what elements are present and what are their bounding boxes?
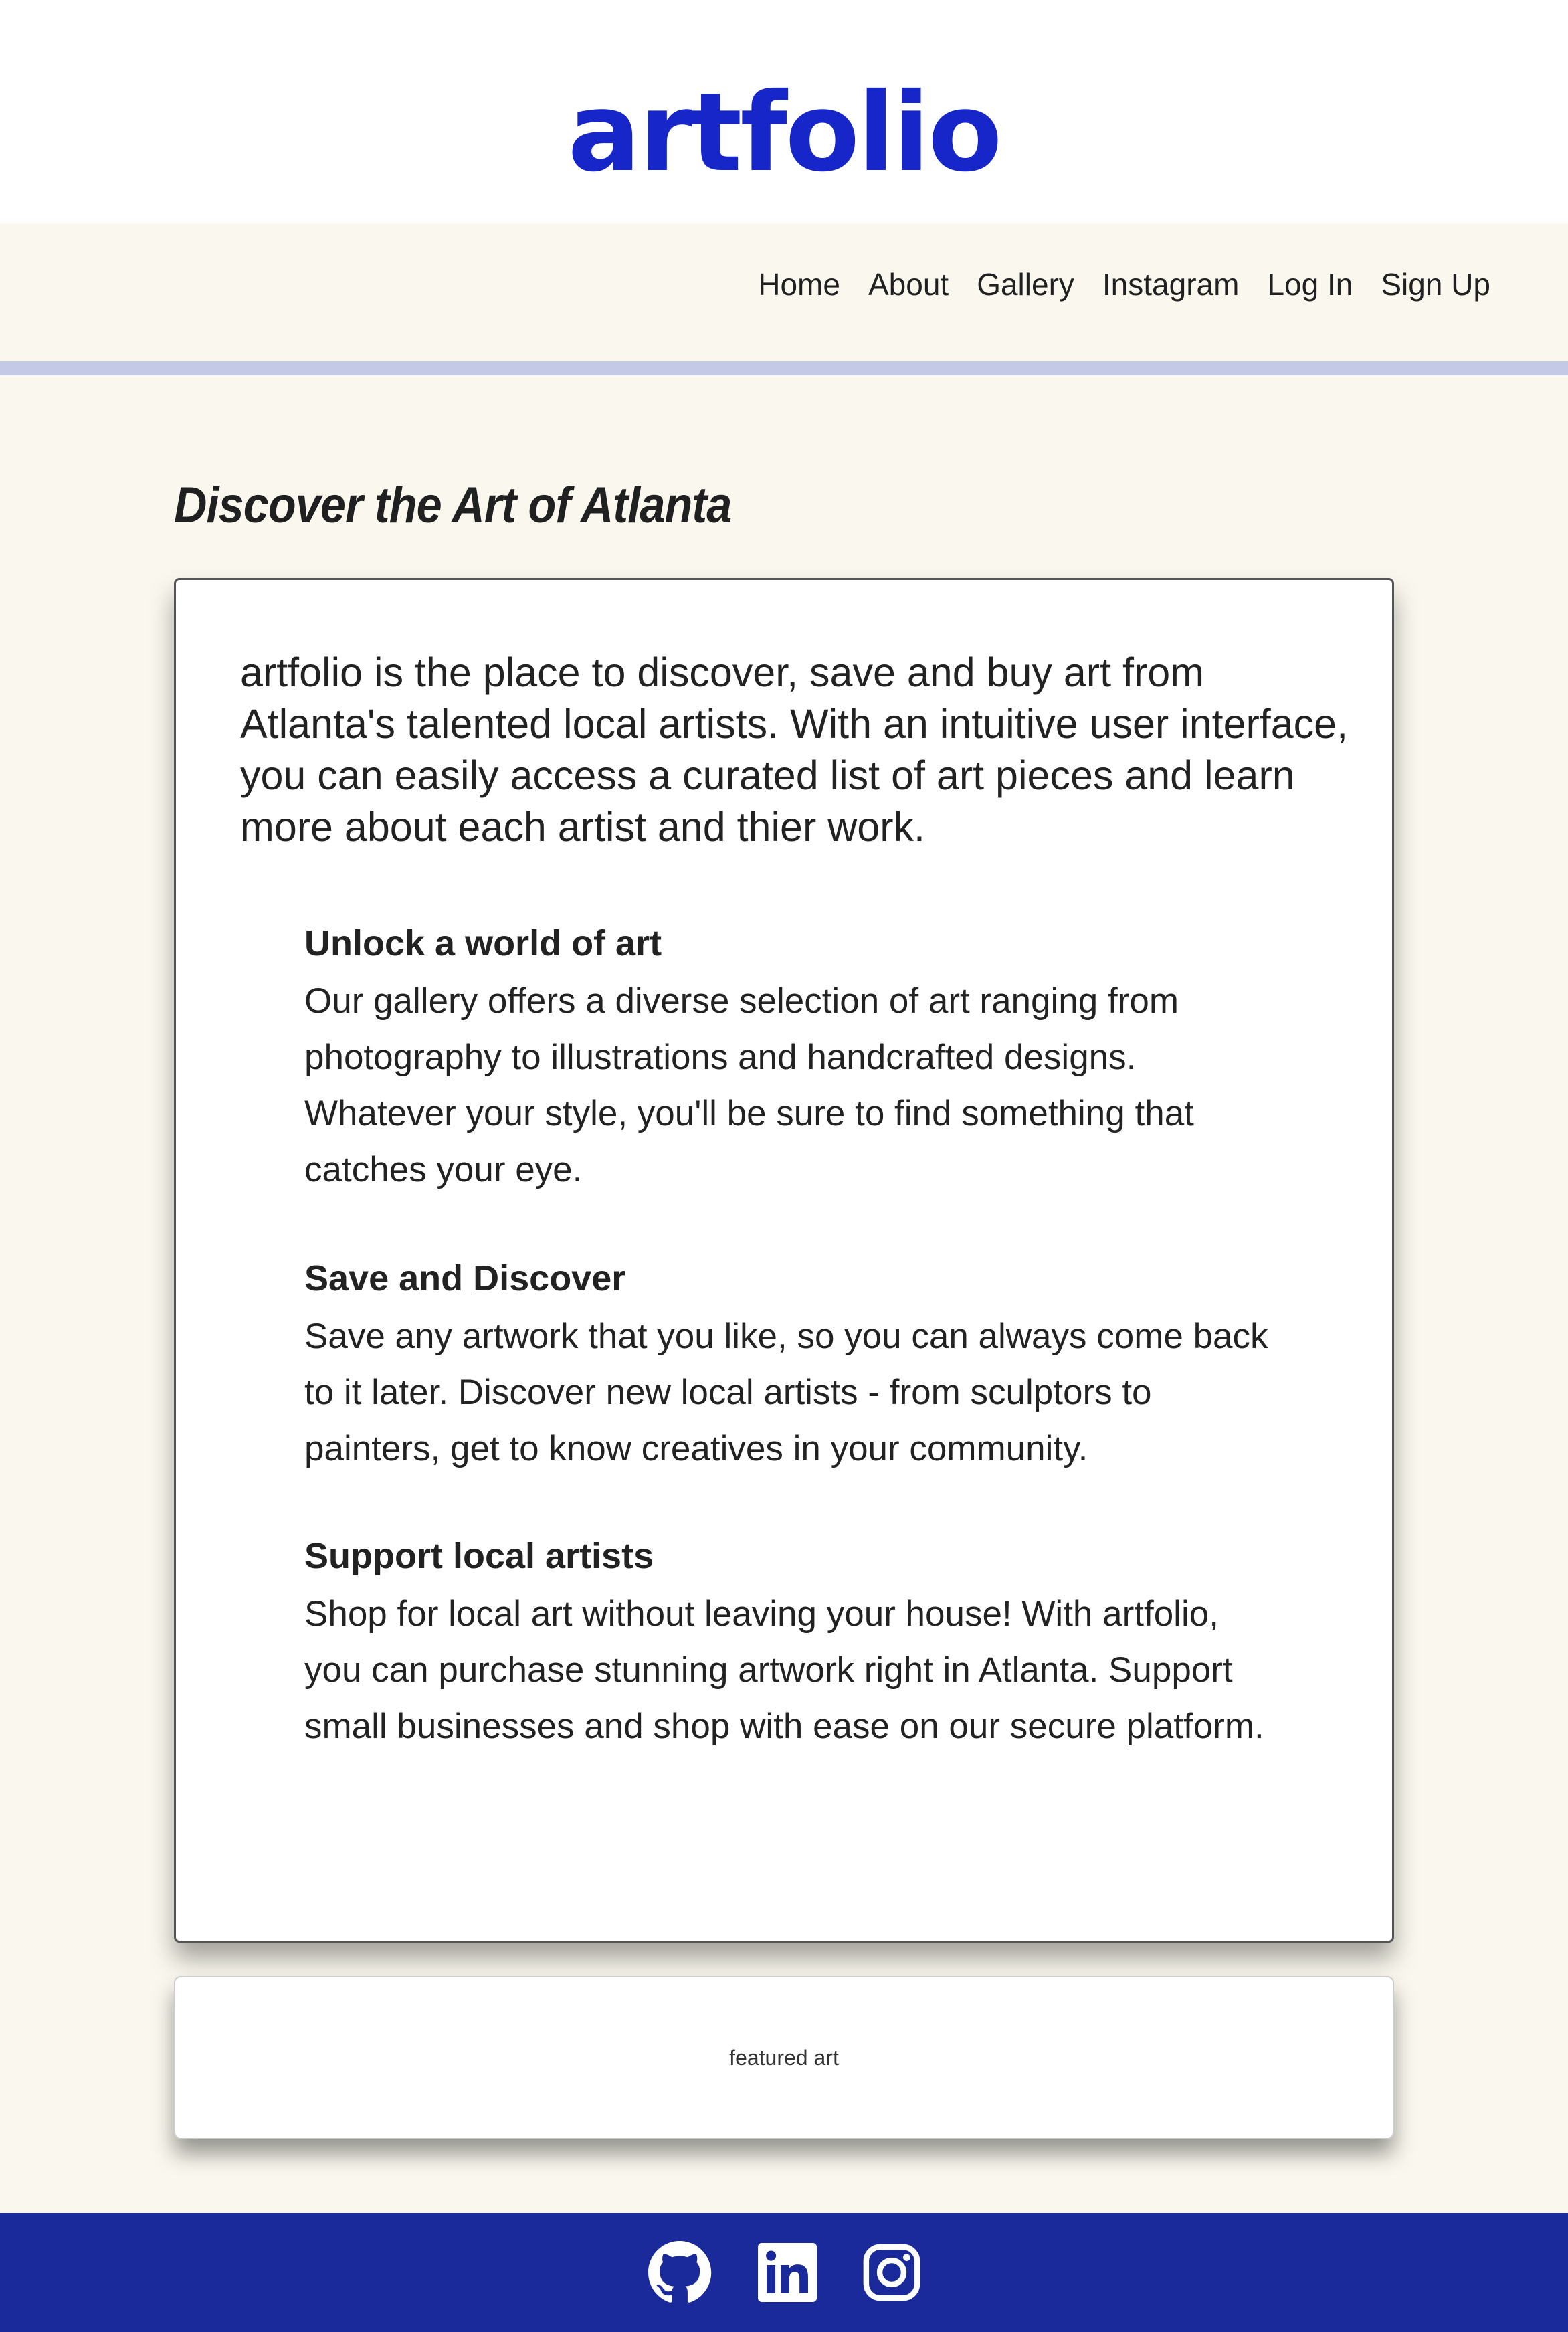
nav-link-home[interactable]: Home (758, 269, 840, 300)
nav-link-gallery[interactable]: Gallery (977, 269, 1074, 300)
feature-body: Save any artwork that you like, so you c… (304, 1317, 1268, 1468)
featured-art-label: featured art (729, 2046, 839, 2070)
feature-heading: Save and Discover (304, 1258, 626, 1298)
intro-text: artfolio is the place to discover, save … (240, 650, 1349, 850)
nav-link-sign-up[interactable]: Sign Up (1381, 269, 1490, 300)
footer (0, 2213, 1568, 2332)
feature-body: Our gallery offers a diverse selection o… (304, 981, 1194, 1189)
nav-link-about[interactable]: About (868, 269, 949, 300)
nav-link-log-in[interactable]: Log In (1267, 269, 1353, 300)
social-links (0, 2213, 1568, 2332)
feature-save-and-discover: Save and Discover Save any artwork that … (304, 1255, 1281, 1477)
github-link[interactable] (647, 2240, 712, 2305)
linkedin-icon (758, 2243, 817, 2302)
logo[interactable]: artfolio (0, 79, 1568, 187)
instagram-link[interactable] (862, 2243, 921, 2302)
about-card: artfolio is the place to discover, save … (174, 578, 1394, 1943)
instagram-icon (863, 2244, 920, 2301)
feature-body: Shop for local art without leaving your … (304, 1594, 1264, 1746)
feature-unlock-world-of-art: Unlock a world of art Our gallery offers… (304, 920, 1281, 1198)
featured-art-card[interactable]: featured art (174, 1976, 1394, 2139)
main-nav: Home About Gallery Instagram Log In Sign… (758, 269, 1490, 300)
nav-link-instagram[interactable]: Instagram (1102, 269, 1240, 300)
linkedin-link[interactable] (758, 2243, 817, 2302)
feature-support-local-artists: Support local artists Shop for local art… (304, 1533, 1281, 1755)
page-title: Discover the Art of Atlanta (174, 477, 732, 534)
feature-heading: Support local artists (304, 1536, 654, 1576)
github-icon (648, 2241, 712, 2303)
feature-heading: Unlock a world of art (304, 923, 662, 963)
nav-divider (0, 361, 1568, 375)
